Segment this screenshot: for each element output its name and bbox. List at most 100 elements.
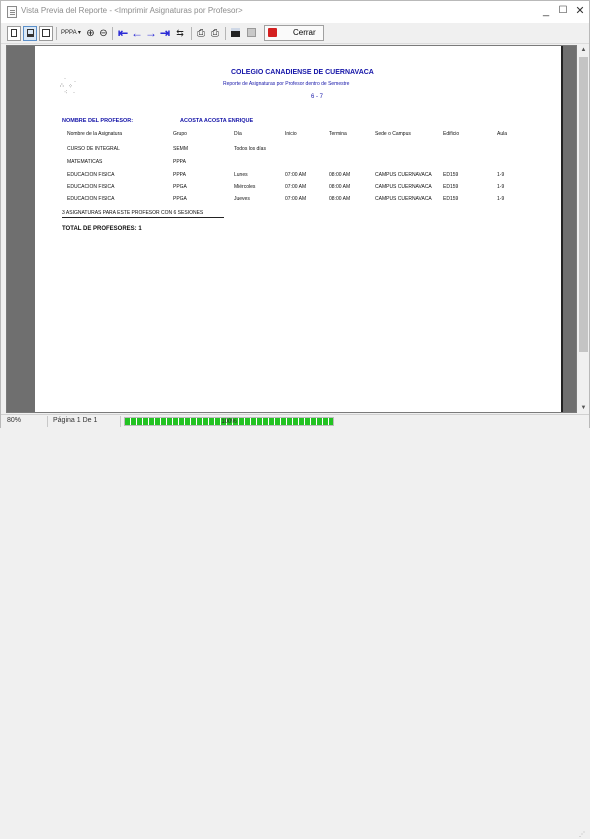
cell-subject: EDUCACION FISICA [67, 172, 115, 178]
cell-campus: CAMPUS CUERNAVACA [375, 196, 432, 202]
column-header-room: Aula [497, 131, 508, 137]
toolbar-separator [225, 27, 226, 40]
status-page: Página 1 De 1 [53, 417, 98, 424]
scrollbar-thumb[interactable] [579, 57, 588, 352]
cell-day: Jueves [234, 196, 250, 202]
zoom-out-button[interactable]: ⊖ [98, 26, 109, 41]
close-window-button[interactable]: ✕ [572, 3, 588, 19]
cell-day: Todos los días [234, 146, 266, 152]
cell-group: PPPA [173, 159, 186, 165]
go-to-page-icon: ⇆ [176, 28, 184, 38]
professor-name: ACOSTA ACOSTA ENRIQUE [180, 118, 254, 124]
cell-building: ED159 [443, 172, 459, 178]
cell-group: PPPA [173, 172, 186, 178]
scroll-up-icon[interactable]: ▲ [578, 45, 589, 55]
toolbar: PPPA ▾ ⊕ ⊖ ⇤ ← → ⇥ ⇆ ⎙ ⎙ Cerrar [1, 23, 589, 44]
scroll-down-icon[interactable]: ▼ [578, 403, 589, 413]
report-preview-window: Vista Previa del Reporte - <Imprimir Asi… [0, 0, 590, 838]
cell-subject: EDUCACION FISICA [67, 184, 115, 190]
status-separator [47, 416, 48, 427]
subtotal-underline [62, 217, 224, 218]
cell-end: 08:00 AM [329, 172, 351, 178]
printer-setup-icon: ⎙ [197, 28, 205, 39]
professors-total: TOTAL DE PROFESORES: 1 [62, 226, 142, 232]
export-icon [246, 28, 256, 37]
cell-subject: EDUCACION FISICA [67, 196, 115, 202]
floppy-disk-icon [230, 28, 240, 37]
document-icon [7, 6, 17, 18]
status-zoom: 80% [7, 417, 22, 424]
cell-day: Lunes [234, 172, 248, 178]
close-preview-button[interactable]: Cerrar [264, 25, 324, 41]
cell-group: PPGA [173, 184, 187, 190]
column-header-subject: Nombre de la Asignatura [67, 131, 123, 137]
report-page: · ∴ ⁘ · ⁖ · COLEGIO CANADIENSE DE CUERNA… [35, 46, 563, 412]
export-button[interactable] [245, 26, 257, 41]
arrow-right-icon: → [145, 26, 157, 40]
go-to-page-button[interactable]: ⇆ [174, 26, 186, 41]
arrow-left-icon: ← [131, 26, 143, 40]
toolbar-separator [191, 27, 192, 40]
zoom-in-icon: ⊕ [86, 28, 95, 39]
save-button[interactable] [229, 26, 241, 41]
cell-start: 07:00 AM [285, 172, 307, 178]
cell-building: ED159 [443, 184, 459, 190]
cell-building: ED159 [443, 196, 459, 202]
professor-label: NOMBRE DEL PROFESOR: [62, 118, 134, 124]
cell-day: Miércoles [234, 184, 256, 190]
render-progress-bar: 100% [124, 417, 334, 426]
exit-icon [268, 28, 277, 37]
toolbar-separator [56, 27, 57, 40]
page-width-icon [26, 29, 34, 37]
status-bar: 80% Página 1 De 1 100% ⋰ [1, 414, 589, 838]
status-separator [120, 416, 121, 427]
print-button[interactable]: ⎙ [209, 26, 221, 41]
vertical-scrollbar[interactable]: ▲ ▼ [578, 45, 589, 413]
page-icon [11, 29, 17, 37]
first-page-icon: ⇤ [117, 26, 129, 40]
zoom-out-icon: ⊖ [99, 28, 108, 39]
last-page-icon: ⇥ [159, 26, 171, 40]
single-page-button[interactable] [7, 26, 21, 41]
first-page-button[interactable]: ⇤ [117, 26, 129, 41]
professor-subtotal: 3 ASIGNATURAS PARA ESTE PROFESOR CON 6 S… [62, 210, 204, 216]
page-width-button[interactable] [23, 26, 37, 41]
minimize-button[interactable]: _ [538, 3, 554, 19]
progress-label: 100% [221, 419, 237, 425]
cell-group: SEMM [173, 146, 188, 152]
toolbar-separator [112, 27, 113, 40]
cell-end: 08:00 AM [329, 196, 351, 202]
printer-icon: ⎙ [211, 28, 219, 39]
column-header-group: Grupo [173, 131, 187, 137]
cell-start: 07:00 AM [285, 184, 307, 190]
cell-subject: CURSO DE INTEGRAL [67, 146, 120, 152]
title-bar: Vista Previa del Reporte - <Imprimir Asi… [1, 1, 589, 23]
zoom-in-button[interactable]: ⊕ [85, 26, 96, 41]
previous-page-button[interactable]: ← [131, 26, 143, 41]
zoom-select-value: PPPA [61, 30, 77, 36]
column-header-start: Inicio [285, 131, 297, 137]
school-logo: · ∴ ⁘ · ⁖ · [60, 76, 76, 96]
cell-room: 1-9 [497, 172, 505, 178]
column-header-day: Día [234, 131, 242, 137]
column-header-building: Edificio [443, 131, 460, 137]
cell-campus: CAMPUS CUERNAVACA [375, 184, 432, 190]
cell-subject: MATEMATICAS [67, 159, 103, 165]
two-pages-icon [42, 29, 50, 37]
two-pages-button[interactable] [39, 26, 53, 41]
maximize-button[interactable]: ☐ [555, 3, 571, 19]
zoom-select[interactable]: PPPA ▾ [59, 26, 83, 41]
cell-end: 08:00 AM [329, 184, 351, 190]
cell-group: PPGA [173, 196, 187, 202]
resize-grip-icon[interactable]: ⋰ [579, 831, 587, 839]
next-page-button[interactable]: → [145, 26, 157, 41]
close-preview-label: Cerrar [293, 28, 316, 37]
cell-room: 1-9 [497, 184, 505, 190]
column-header-end: Termina [329, 131, 347, 137]
report-subtitle: Reporte de Asignaturas por Profesor dent… [223, 81, 350, 87]
chevron-down-icon: ▾ [76, 30, 81, 36]
report-viewport[interactable]: · ∴ ⁘ · ⁖ · COLEGIO CANADIENSE DE CUERNA… [6, 45, 577, 413]
last-page-button[interactable]: ⇥ [159, 26, 171, 41]
print-setup-button[interactable]: ⎙ [195, 26, 207, 41]
cell-start: 07:00 AM [285, 196, 307, 202]
